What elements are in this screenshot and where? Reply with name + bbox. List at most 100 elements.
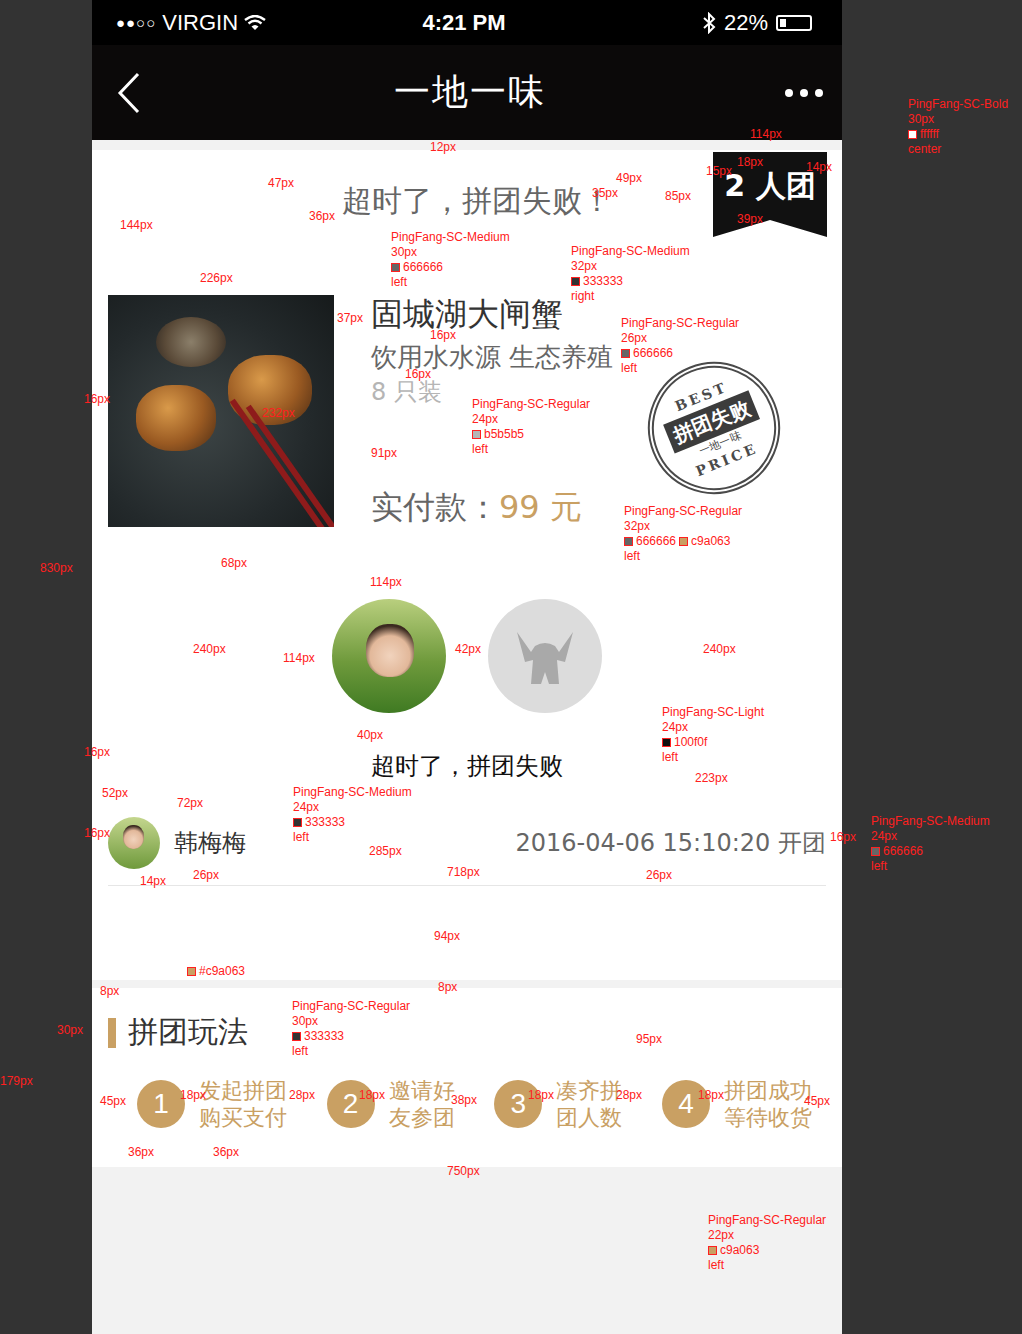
product-image [108,295,334,527]
dimension-label: 68px [221,556,247,570]
dimension-label: 36px [213,1145,239,1159]
dimension-label: 18px [737,155,763,169]
dimension-label: 42px [455,642,481,656]
font-spec-label: PingFang-SC-Regular32px666666c9a063left [624,504,742,564]
dimension-label: 114px [370,575,402,589]
dimension-label: 718px [447,865,480,879]
dimension-label: 12px [430,140,456,154]
dimension-label: 750px [447,1164,480,1178]
dimension-label: 40px [357,728,383,742]
dimension-label: 26px [193,868,219,882]
font-spec-label: PingFang-SC-Regular26px666666left [621,316,739,376]
dimension-label: 28px [616,1088,642,1102]
color-swatch [621,349,630,358]
group-status: 超时了，拼团失败 [92,751,842,781]
content: 2 人团超时了，拼团失败！固城湖大闸蟹饮用水水源 生态养殖8 只装实付款：99 … [92,140,842,1167]
dimension-label: 8px [100,984,119,998]
product-info: 固城湖大闸蟹饮用水水源 生态养殖8 只装实付款：99 元 [371,295,613,527]
rule-step: 2邀请好友参团 [327,1077,455,1131]
color-swatch [293,818,302,827]
dimension-label: 16px [405,367,431,381]
step-text: 拼团成功等待收货 [724,1077,812,1131]
phone-screen: ●●○○VIRGIN4:21 PM22%一地一味2 人团超时了，拼团失败！固城湖… [92,0,842,1334]
dimension-label: 47px [268,176,294,190]
rule-step: 1发起拼团购买支付 [137,1077,287,1131]
leader-time: 2016-04-06 15:10:20 开团 [515,827,826,859]
signal-dots: ●●○○ [116,14,156,31]
empty-slot-avatar [488,599,602,713]
rule-step: 4 拼团成功等待收货 [662,1077,812,1131]
battery-percent: 22% [724,10,768,36]
dimension-label: 240px [193,642,226,656]
dimension-label: 285px [369,844,402,858]
dimension-label: 144px [120,218,153,232]
dimension-label: 91px [371,446,397,460]
nav-title: 一地一味 [394,68,546,117]
dimension-label: 226px [200,271,233,285]
dimension-label: 223px [695,771,728,785]
step-number: 4 [662,1080,710,1128]
dimension-label: 16px [84,745,110,759]
dimension-label: 37px [337,311,363,325]
font-spec-label: PingFang-SC-Regular24pxb5b5b5left [472,397,590,457]
dimension-label: 30px [57,1023,83,1037]
dimension-label: 16px [84,826,110,840]
color-swatch [871,847,880,856]
group-card: 2 人团超时了，拼团失败！固城湖大闸蟹饮用水水源 生态养殖8 只装实付款：99 … [92,150,842,980]
product-name: 固城湖大闸蟹 [371,295,613,333]
leader-row: 韩梅梅 2016-04-06 15:10:20 开团 [108,817,826,886]
step-number: 3 [494,1080,542,1128]
dimension-label: 16px [430,328,456,342]
color-swatch [571,277,580,286]
font-spec-label: PingFang-SC-Regular22pxc9a063left [708,1213,826,1273]
dimension-label: 232px [262,406,295,420]
dimension-label: 45px [804,1094,830,1108]
dimension-label: 72px [177,796,203,810]
product-spec: 8 只装 [371,377,613,407]
rules-title: 拼团玩法 [92,988,842,1053]
dimension-label: 830px [40,561,73,575]
dimension-label: 49px [616,171,642,185]
leader-name: 韩梅梅 [174,827,246,859]
dimension-label: 18px [359,1088,385,1102]
font-spec-label: PingFang-SC-Medium32px333333right [571,244,690,304]
more-icon[interactable] [784,88,824,98]
dimension-label: 18px [698,1088,724,1102]
dimension-label: 16px [84,392,110,406]
group-size-badge: 2 人团 [713,152,827,237]
color-swatch [908,130,917,139]
step-text: 邀请好友参团 [389,1077,455,1131]
product-subtitle: 饮用水水源 生态养殖 [371,341,613,373]
rule-step: 3 凑齐拼团人数 [494,1077,622,1131]
status-bar: ●●○○ VIRGIN 4:21 PM 22% [92,0,842,45]
dimension-label: 240px [703,642,736,656]
color-swatch [391,263,400,272]
dimension-label: 16px [830,830,856,844]
dimension-label: 14px [140,874,166,888]
dimension-label: 52px [102,786,128,800]
clock: 4:21 PM [422,10,505,36]
mascot-icon [513,626,577,686]
spec-page: ●●○○VIRGIN4:21 PM22%一地一味2 人团超时了，拼团失败！固城湖… [0,0,1022,1334]
font-spec-label: PingFang-SC-Regular30px333333left [292,999,410,1059]
dimension-label: 38px [451,1093,477,1107]
wifi-icon [244,15,266,31]
carrier: VIRGIN [162,10,238,36]
failed-stamp: BEST拼团失败一地一味PRICE [628,342,800,514]
font-spec-label: PingFang-SC-Medium30px666666left [391,230,510,290]
dimension-label: 18px [180,1088,206,1102]
back-icon[interactable] [116,71,142,115]
font-spec-label: PingFang-SC-Light24px100f0fleft [662,705,764,765]
step-text: 凑齐拼团人数 [556,1077,622,1131]
dimension-label: 114px [750,127,782,141]
annotation-layer: 12px114px18px14px15px49px47px35px85px36p… [0,0,1022,1334]
font-spec-label: PingFang-SC-Bold30pxffffffcenter [908,97,1008,157]
leader-avatar [108,817,160,869]
color-swatch [187,967,196,976]
member-avatar[interactable] [332,599,446,713]
member-avatars [92,599,842,713]
color-swatch [472,430,481,439]
rules-section: 拼团玩法 1发起拼团购买支付 2邀请好友参团 3 凑齐拼团人数 4 拼团成功等待收货 [92,988,842,1167]
dimension-label: 85px [665,189,691,203]
color-swatch [679,537,688,546]
